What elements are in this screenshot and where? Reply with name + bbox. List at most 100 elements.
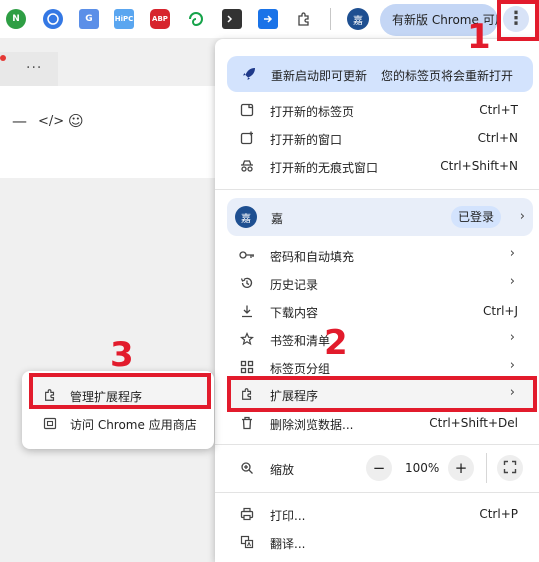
profile-name: 嘉 (271, 212, 284, 226)
translate-icon (239, 534, 255, 550)
menu-item-label: 书签和清单 (270, 334, 331, 348)
update-banner-title: 重新启动即可更新 (271, 69, 368, 83)
ext-translate-text: G (85, 14, 93, 24)
menu-item-new-window[interactable]: 打开新的窗口 Ctrl+N (215, 124, 539, 152)
menu-item-new-tab[interactable]: 打开新的标签页 Ctrl+T (215, 96, 539, 124)
browser-toolbar: N G HiPC ABP 嘉 有新版 Chrome 可用 ⋮ (0, 0, 539, 38)
trash-icon (239, 415, 255, 431)
menu-item-label: 打开新的窗口 (270, 133, 343, 147)
submenu-item-label: 管理扩展程序 (70, 390, 143, 404)
menu-item-label: 历史记录 (270, 278, 319, 292)
horizontal-rule-icon[interactable]: — (12, 112, 27, 130)
menu-item-shortcut: Ctrl+Shift+Del (429, 416, 518, 430)
menu-item-label: 打开新的无痕式窗口 (270, 161, 379, 175)
chevron-right-icon: › (509, 330, 515, 345)
editor-toolbar-area (0, 86, 230, 178)
new-tab-icon (239, 102, 255, 118)
rocket-icon (241, 66, 257, 85)
submenu-item-web-store[interactable]: 访问 Chrome 应用商店 (22, 409, 214, 437)
menu-item-print[interactable]: 打印... Ctrl+P (215, 500, 539, 528)
step-number-3: 3 (110, 335, 134, 375)
menu-item-label: 翻译... (270, 537, 306, 551)
notification-dot (0, 55, 6, 61)
zoom-out-button[interactable]: − (366, 455, 392, 481)
avatar: 嘉 (235, 206, 257, 228)
emoji-icon[interactable]: ☺ (68, 112, 84, 130)
menu-item-label: 下载内容 (270, 306, 319, 320)
ext-n-text: N (12, 14, 20, 24)
zoom-separator (486, 453, 487, 483)
profile-initial: 嘉 (241, 213, 251, 225)
ext-abp-text: ABP (152, 15, 168, 23)
web-store-icon (42, 415, 58, 431)
puzzle-icon (42, 387, 58, 403)
star-icon (239, 331, 255, 347)
submenu-item-label: 访问 Chrome 应用商店 (70, 418, 197, 432)
new-window-icon (239, 130, 255, 146)
menu-item-label: 密码和自动填充 (270, 250, 355, 264)
chevron-right-icon: › (509, 385, 515, 400)
blue-globe-extension-icon[interactable] (43, 9, 63, 29)
terminal-extension-icon[interactable] (222, 9, 242, 29)
fullscreen-icon (503, 460, 517, 477)
translate-extension-icon[interactable]: G (79, 9, 99, 29)
chevron-right-icon: › (509, 246, 515, 261)
more-dots-icon[interactable]: ··· (26, 60, 42, 76)
chevron-right-icon: › (509, 274, 515, 289)
key-icon (239, 247, 255, 263)
zoom-minus-label: − (372, 459, 386, 477)
tab-groups-icon (239, 359, 255, 375)
zoom-icon (239, 460, 255, 476)
green-n-extension-icon[interactable]: N (6, 9, 26, 29)
menu-item-bookmarks[interactable]: 书签和清单 › (215, 325, 539, 353)
extensions-submenu: 管理扩展程序 访问 Chrome 应用商店 (22, 371, 214, 449)
submenu-item-manage-extensions[interactable]: 管理扩展程序 (22, 381, 214, 409)
step-number-1: 1 (467, 17, 491, 57)
menu-item-extensions[interactable]: 扩展程序 › (215, 380, 539, 408)
abp-extension-icon[interactable]: ABP (150, 9, 170, 29)
menu-item-translate[interactable]: 翻译... (215, 528, 539, 556)
menu-item-shortcut: Ctrl+N (477, 131, 518, 145)
menu-divider (215, 189, 539, 190)
incognito-icon (239, 158, 255, 174)
share-extension-icon[interactable] (258, 9, 278, 29)
menu-item-shortcut: Ctrl+P (479, 507, 518, 521)
menu-item-label: 删除浏览数据... (270, 418, 354, 432)
menu-item-downloads[interactable]: 下载内容 Ctrl+J (215, 297, 539, 325)
menu-item-incognito[interactable]: 打开新的无痕式窗口 Ctrl+Shift+N (215, 152, 539, 180)
download-icon (239, 303, 255, 319)
menu-item-clear-data[interactable]: 删除浏览数据... Ctrl+Shift+Del (215, 409, 539, 437)
printer-icon (239, 506, 255, 522)
profile-initial: 嘉 (353, 15, 363, 27)
menu-divider (215, 492, 539, 493)
zoom-in-button[interactable]: + (448, 455, 474, 481)
menu-item-label: 缩放 (270, 463, 295, 477)
hipc-extension-icon[interactable]: HiPC (114, 9, 134, 29)
menu-button-highlight-box (497, 0, 539, 41)
ext-hipc-text: HiPC (114, 15, 134, 23)
menu-item-passwords[interactable]: 密码和自动填充 › (215, 241, 539, 269)
chevron-right-icon: › (519, 209, 525, 224)
toolbar-separator (330, 8, 331, 30)
zoom-plus-label: + (454, 459, 468, 477)
menu-item-profile[interactable]: 嘉 嘉 已登录 › (227, 198, 533, 236)
chevron-right-icon: › (509, 358, 515, 373)
puzzle-extensions-icon[interactable] (294, 9, 314, 29)
green-swirl-extension-icon[interactable] (186, 9, 206, 29)
menu-item-shortcut: Ctrl+J (483, 304, 518, 318)
zoom-level: 100% (405, 461, 440, 475)
puzzle-icon (239, 386, 255, 402)
profile-avatar[interactable]: 嘉 (347, 8, 369, 30)
update-banner[interactable]: 重新启动即可更新 您的标签页将会重新打开 (227, 56, 533, 92)
menu-item-label: 打印... (270, 509, 306, 523)
menu-item-label: 扩展程序 (270, 389, 319, 403)
update-banner-desc: 您的标签页将会重新打开 (381, 69, 514, 83)
menu-item-shortcut: Ctrl+Shift+N (440, 159, 518, 173)
code-icon[interactable]: </> (38, 114, 64, 129)
menu-item-label: 打开新的标签页 (270, 105, 355, 119)
menu-item-history[interactable]: 历史记录 › (215, 269, 539, 297)
fullscreen-button[interactable] (497, 455, 523, 481)
menu-item-shortcut: Ctrl+T (479, 103, 518, 117)
chrome-main-menu: 重新启动即可更新 您的标签页将会重新打开 打开新的标签页 Ctrl+T 打开新的… (215, 39, 539, 562)
menu-item-label: 标签页分组 (270, 362, 331, 376)
